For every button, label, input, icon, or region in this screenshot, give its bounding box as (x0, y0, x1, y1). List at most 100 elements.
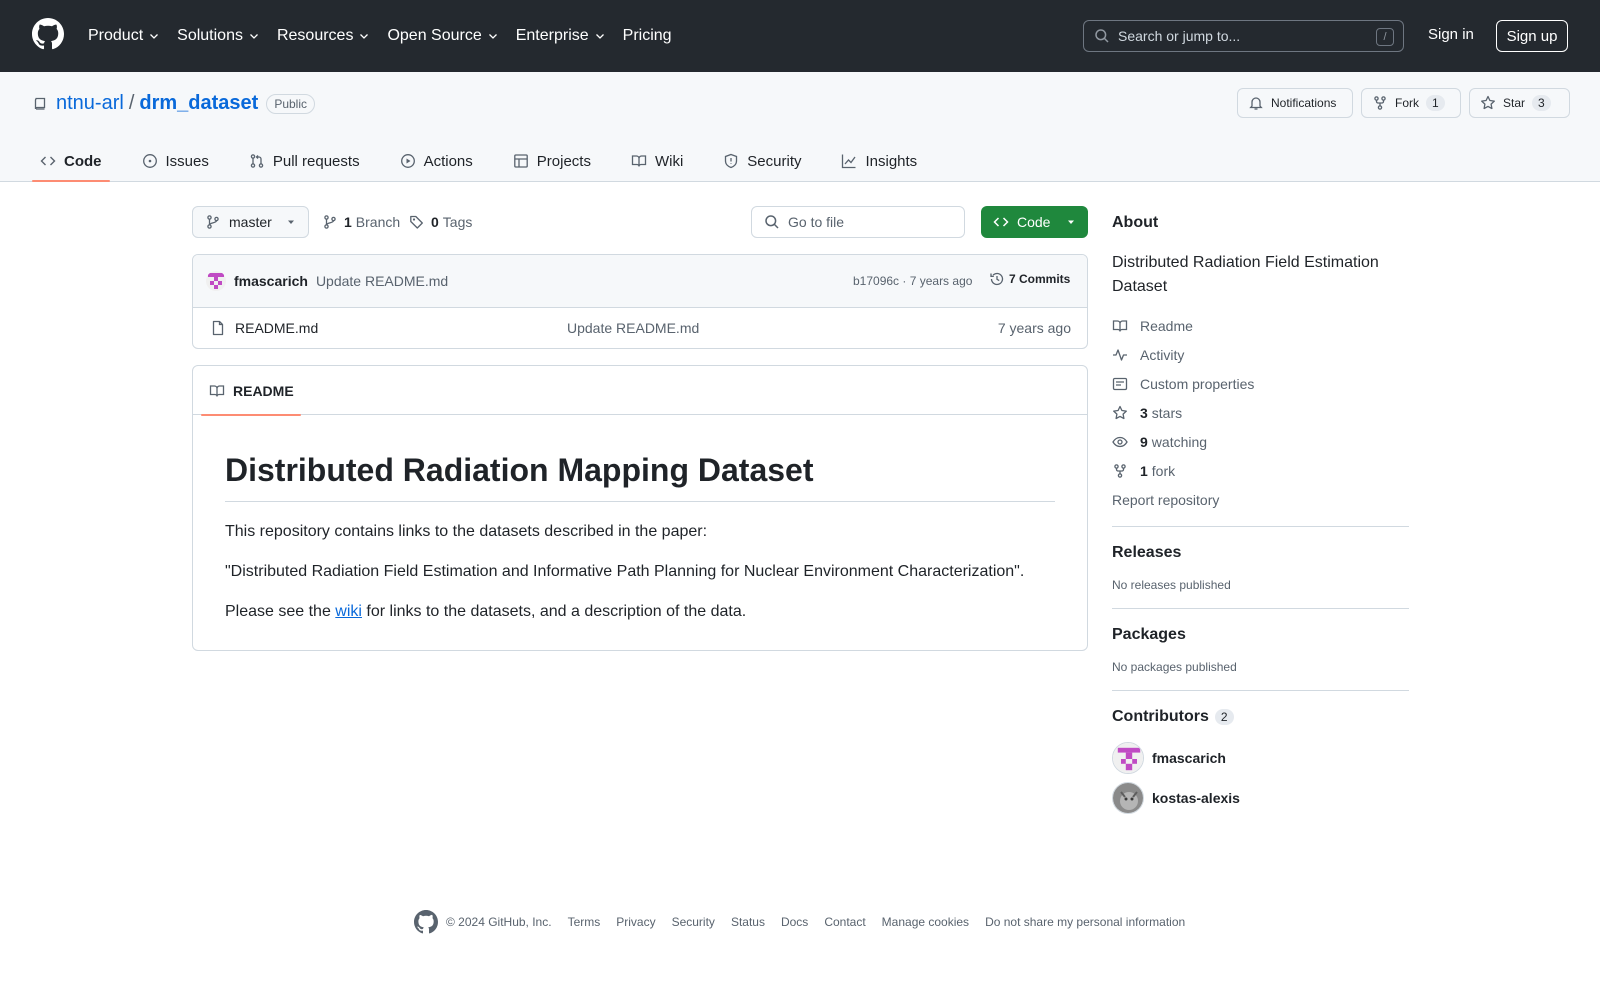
readme-paragraph: Please see the wiki for links to the dat… (225, 603, 747, 621)
wiki-link[interactable]: wiki (335, 603, 362, 620)
nav-open-source[interactable]: Open Source (387, 27, 498, 45)
tab-pull-requests[interactable]: Pull requests (241, 140, 368, 182)
caret-down-icon (286, 217, 296, 227)
sign-up-button[interactable]: Sign up (1496, 20, 1568, 52)
nav-solutions[interactable]: Solutions (177, 27, 260, 45)
tab-insights[interactable]: Insights (833, 140, 925, 182)
github-logo-icon[interactable] (414, 910, 438, 934)
readme-paragraph: "Distributed Radiation Field Estimation … (225, 563, 1025, 581)
tags-link[interactable]: 0 Tags (409, 206, 472, 238)
footer: © 2024 GitHub, Inc. Terms Privacy Securi… (414, 910, 1201, 934)
nav-pricing[interactable]: Pricing (623, 27, 672, 45)
file-list: fmascarich Update README.md b17096c · 7 … (192, 254, 1088, 349)
commit-hash-age[interactable]: b17096c · 7 years ago (853, 274, 972, 288)
file-commit-message-link[interactable]: Update README.md (567, 320, 699, 336)
contributors-title[interactable]: Contributors (1112, 708, 1209, 726)
code-icon (993, 214, 1009, 230)
custom-properties-link[interactable]: Custom properties (1112, 369, 1409, 398)
packages-title[interactable]: Packages (1112, 626, 1409, 644)
commit-author-link[interactable]: fmascarich (234, 273, 308, 289)
tab-actions[interactable]: Actions (392, 140, 481, 182)
issue-icon (142, 153, 158, 169)
readme-link[interactable]: Readme (1112, 311, 1409, 340)
packages-section: Packages No packages published (1112, 609, 1409, 690)
copyright: © 2024 GitHub, Inc. (446, 915, 552, 929)
footer-link-manage-cookies[interactable]: Manage cookies (882, 915, 969, 929)
releases-title[interactable]: Releases (1112, 544, 1409, 562)
readme-panel: README Distributed Radiation Mapping Dat… (192, 365, 1088, 651)
forks-link[interactable]: 1 fork (1112, 456, 1409, 485)
stars-link[interactable]: 3 stars (1112, 398, 1409, 427)
report-repository-link[interactable]: Report repository (1112, 486, 1409, 514)
readme-header: README (193, 366, 1087, 416)
repo-name-link[interactable]: drm_dataset (139, 92, 258, 115)
footer-link-terms[interactable]: Terms (568, 915, 601, 929)
releases-section: Releases No releases published (1112, 527, 1409, 608)
contributors-section: Contributors 2 fmascarich kostas-alexis (1112, 691, 1409, 830)
footer-link-privacy[interactable]: Privacy (616, 915, 655, 929)
contributors-count: 2 (1214, 709, 1234, 725)
global-header: Product Solutions Resources Open Source … (0, 0, 1600, 72)
file-name-link[interactable]: README.md (235, 320, 318, 336)
fork-button[interactable]: Fork 1 (1361, 88, 1461, 118)
code-dropdown-button[interactable]: Code (981, 206, 1088, 238)
footer-link-security[interactable]: Security (672, 915, 715, 929)
table-icon (513, 153, 529, 169)
contributor-item[interactable]: kostas-alexis (1112, 782, 1409, 814)
path-separator: / (128, 92, 135, 114)
search-icon (1094, 28, 1110, 44)
repo-owner-link[interactable]: ntnu-arl (56, 92, 124, 115)
contributor-item[interactable]: fmascarich (1112, 742, 1409, 774)
star-button[interactable]: Star 3 (1469, 88, 1570, 118)
latest-commit-row: fmascarich Update README.md b17096c · 7 … (193, 255, 1087, 308)
commits-history-link[interactable]: 7 Commits (989, 271, 1070, 287)
go-to-file-placeholder: Go to file (788, 214, 845, 230)
readme-paragraph: This repository contains links to the da… (225, 523, 708, 541)
tab-code[interactable]: Code (32, 140, 110, 182)
notifications-button[interactable]: Notifications (1237, 88, 1353, 118)
github-logo-icon[interactable] (32, 18, 64, 50)
branches-link[interactable]: 1 Branch (322, 206, 400, 238)
branch-icon (322, 214, 338, 230)
fork-count: 1 (1426, 95, 1445, 111)
branch-icon (205, 214, 221, 230)
sign-in-link[interactable]: Sign in (1428, 26, 1474, 43)
eye-icon (1112, 434, 1128, 450)
readme-content: Distributed Radiation Mapping Dataset Th… (193, 451, 1087, 624)
tab-wiki[interactable]: Wiki (623, 140, 691, 182)
note-icon (1112, 376, 1128, 392)
watchers-link[interactable]: 9 watching (1112, 427, 1409, 456)
commit-message-link[interactable]: Update README.md (316, 273, 448, 289)
avatar[interactable] (206, 271, 226, 291)
star-icon (1480, 95, 1496, 111)
chevron-down-icon (248, 30, 260, 42)
chevron-down-icon (358, 30, 370, 42)
readme-heading: Distributed Radiation Mapping Dataset (225, 451, 1055, 503)
footer-link-contact[interactable]: Contact (824, 915, 865, 929)
repo-header: ntnu-arl / drm_dataset Public Notificati… (0, 72, 1600, 182)
tab-security[interactable]: Security (715, 140, 809, 182)
contributors-header: Contributors 2 (1112, 708, 1409, 726)
go-to-file-input[interactable]: Go to file (751, 206, 965, 238)
readme-tab[interactable]: README (201, 366, 301, 416)
tag-count: 0 (431, 214, 439, 230)
nav-enterprise[interactable]: Enterprise (516, 27, 606, 45)
book-icon (1112, 318, 1128, 334)
nav-product[interactable]: Product (88, 27, 160, 45)
nav-resources[interactable]: Resources (277, 27, 370, 45)
search-icon (764, 214, 780, 230)
global-search-input[interactable]: Search or jump to... / (1083, 20, 1404, 52)
about-description: Distributed Radiation Field Estimation D… (1112, 254, 1379, 295)
footer-link-docs[interactable]: Docs (781, 915, 808, 929)
repo-sidebar: About Distributed Radiation Field Estima… (1112, 206, 1409, 830)
file-age: 7 years ago (997, 320, 1071, 336)
footer-link-do-not-share[interactable]: Do not share my personal information (985, 915, 1185, 929)
branch-selector-button[interactable]: master (192, 206, 309, 238)
file-row[interactable]: README.md Update README.md 7 years ago (193, 308, 1087, 348)
tab-issues[interactable]: Issues (134, 140, 217, 182)
history-icon (989, 271, 1005, 287)
footer-link-status[interactable]: Status (731, 915, 765, 929)
book-icon (631, 153, 647, 169)
activity-link[interactable]: Activity (1112, 340, 1409, 369)
tab-projects[interactable]: Projects (505, 140, 599, 182)
